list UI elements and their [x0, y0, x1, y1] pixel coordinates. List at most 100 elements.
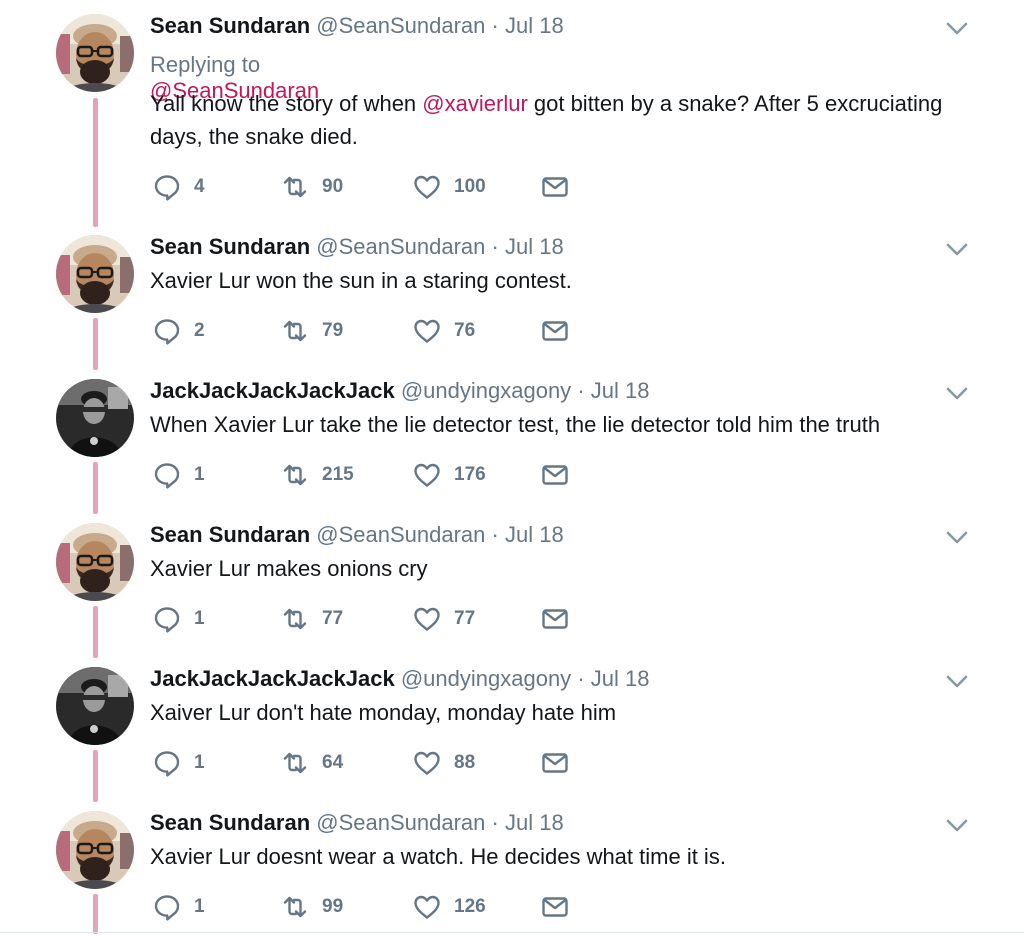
- display-name[interactable]: JackJackJackJackJack: [150, 666, 395, 691]
- reply-count: 1: [194, 752, 205, 773]
- tweet-header: Sean Sundaran @SeanSundaran · Jul 18: [150, 810, 564, 836]
- retweet-button[interactable]: 90: [280, 172, 343, 202]
- retweet-button[interactable]: 215: [280, 460, 354, 490]
- user-handle[interactable]: @SeanSundaran: [316, 810, 485, 835]
- like-icon[interactable]: [412, 748, 442, 778]
- more-options-chevron-down-icon[interactable]: [944, 383, 970, 403]
- more-options-chevron-down-icon[interactable]: [944, 815, 970, 835]
- direct-message-icon[interactable]: [540, 316, 570, 346]
- tweet-thread: Sean Sundaran @SeanSundaran · Jul 18 Repl…: [0, 0, 1024, 937]
- like-button[interactable]: 126: [412, 892, 486, 922]
- direct-message-button[interactable]: [540, 316, 570, 346]
- direct-message-icon[interactable]: [540, 172, 570, 202]
- reply-button[interactable]: 1: [152, 604, 205, 634]
- avatar[interactable]: [56, 667, 134, 745]
- more-options-chevron-down-icon[interactable]: [944, 239, 970, 259]
- timestamp-link[interactable]: Jul 18: [505, 522, 564, 547]
- retweet-button[interactable]: 64: [280, 748, 343, 778]
- user-handle[interactable]: @SeanSundaran: [316, 522, 485, 547]
- direct-message-icon[interactable]: [540, 748, 570, 778]
- tweet-header: JackJackJackJackJack @undyingxagony · Ju…: [150, 666, 649, 692]
- user-handle[interactable]: @SeanSundaran: [316, 13, 485, 38]
- timestamp-link[interactable]: Jul 18: [591, 378, 650, 403]
- direct-message-button[interactable]: [540, 460, 570, 490]
- tweet-text-before: Yall know the story of when: [150, 91, 423, 116]
- direct-message-button[interactable]: [540, 748, 570, 778]
- like-count: 100: [454, 176, 486, 197]
- retweet-button[interactable]: 99: [280, 892, 343, 922]
- more-options-chevron-down-icon[interactable]: [944, 527, 970, 547]
- retweet-button[interactable]: 79: [280, 316, 343, 346]
- retweet-count: 64: [322, 752, 344, 773]
- tweet-actions: 1 77 77: [152, 604, 592, 634]
- like-icon[interactable]: [412, 316, 442, 346]
- user-handle[interactable]: @undyingxagony: [401, 666, 571, 691]
- direct-message-icon[interactable]: [540, 604, 570, 634]
- tweet-header: Sean Sundaran @SeanSundaran · Jul 18: [150, 522, 564, 548]
- separator: ·: [491, 234, 499, 259]
- separator: ·: [491, 522, 499, 547]
- reply-button[interactable]: 2: [152, 316, 205, 346]
- separator: ·: [491, 810, 499, 835]
- tweet-text: Xaiver Lur don't hate monday, monday hat…: [150, 700, 617, 725]
- tweet-text: Yall know the story of when @xavierlur g…: [150, 87, 980, 153]
- separator: ·: [491, 13, 499, 38]
- reply-count: 2: [194, 320, 205, 341]
- like-icon[interactable]: [412, 892, 442, 922]
- more-options-chevron-down-icon[interactable]: [944, 18, 970, 38]
- retweet-icon[interactable]: [280, 460, 310, 490]
- reply-icon[interactable]: [152, 604, 182, 634]
- like-button[interactable]: 100: [412, 172, 486, 202]
- avatar[interactable]: [56, 379, 134, 457]
- like-icon[interactable]: [412, 460, 442, 490]
- avatar[interactable]: [56, 811, 134, 889]
- direct-message-button[interactable]: [540, 172, 570, 202]
- user-handle[interactable]: @undyingxagony: [401, 378, 571, 403]
- like-button[interactable]: 77: [412, 604, 475, 634]
- timestamp-link[interactable]: Jul 18: [591, 666, 650, 691]
- mention-link[interactable]: @xavierlur: [422, 91, 527, 116]
- reply-button[interactable]: 1: [152, 460, 205, 490]
- reply-icon[interactable]: [152, 892, 182, 922]
- retweet-icon[interactable]: [280, 604, 310, 634]
- reply-button[interactable]: 1: [152, 748, 205, 778]
- separator: ·: [577, 666, 585, 691]
- direct-message-icon[interactable]: [540, 892, 570, 922]
- retweet-icon[interactable]: [280, 316, 310, 346]
- reply-icon[interactable]: [152, 316, 182, 346]
- direct-message-button[interactable]: [540, 604, 570, 634]
- avatar[interactable]: [56, 14, 134, 92]
- like-icon[interactable]: [412, 604, 442, 634]
- display-name[interactable]: Sean Sundaran: [150, 13, 310, 38]
- user-handle[interactable]: @SeanSundaran: [316, 234, 485, 259]
- reply-icon[interactable]: [152, 172, 182, 202]
- more-options-chevron-down-icon[interactable]: [944, 671, 970, 691]
- tweet-header: Sean Sundaran @SeanSundaran · Jul 18: [150, 13, 564, 39]
- like-icon[interactable]: [412, 172, 442, 202]
- like-button[interactable]: 88: [412, 748, 475, 778]
- avatar[interactable]: [56, 235, 134, 313]
- retweet-icon[interactable]: [280, 892, 310, 922]
- tweet-actions: 1 99 126: [152, 892, 592, 922]
- like-button[interactable]: 76: [412, 316, 475, 346]
- timestamp-link[interactable]: Jul 18: [505, 13, 564, 38]
- timestamp-link[interactable]: Jul 18: [505, 234, 564, 259]
- retweet-icon[interactable]: [280, 172, 310, 202]
- direct-message-button[interactable]: [540, 892, 570, 922]
- display-name[interactable]: Sean Sundaran: [150, 810, 310, 835]
- retweet-icon[interactable]: [280, 748, 310, 778]
- like-button[interactable]: 176: [412, 460, 486, 490]
- display-name[interactable]: Sean Sundaran: [150, 234, 310, 259]
- display-name[interactable]: JackJackJackJackJack: [150, 378, 395, 403]
- reply-icon[interactable]: [152, 748, 182, 778]
- reply-icon[interactable]: [152, 460, 182, 490]
- avatar[interactable]: [56, 523, 134, 601]
- reply-button[interactable]: 1: [152, 892, 205, 922]
- display-name[interactable]: Sean Sundaran: [150, 522, 310, 547]
- timestamp-link[interactable]: Jul 18: [505, 810, 564, 835]
- retweet-button[interactable]: 77: [280, 604, 343, 634]
- reply-button[interactable]: 4: [152, 172, 205, 202]
- thread-connector: [93, 894, 98, 934]
- direct-message-icon[interactable]: [540, 460, 570, 490]
- tweet-text: When Xavier Lur take the lie detector te…: [150, 412, 881, 437]
